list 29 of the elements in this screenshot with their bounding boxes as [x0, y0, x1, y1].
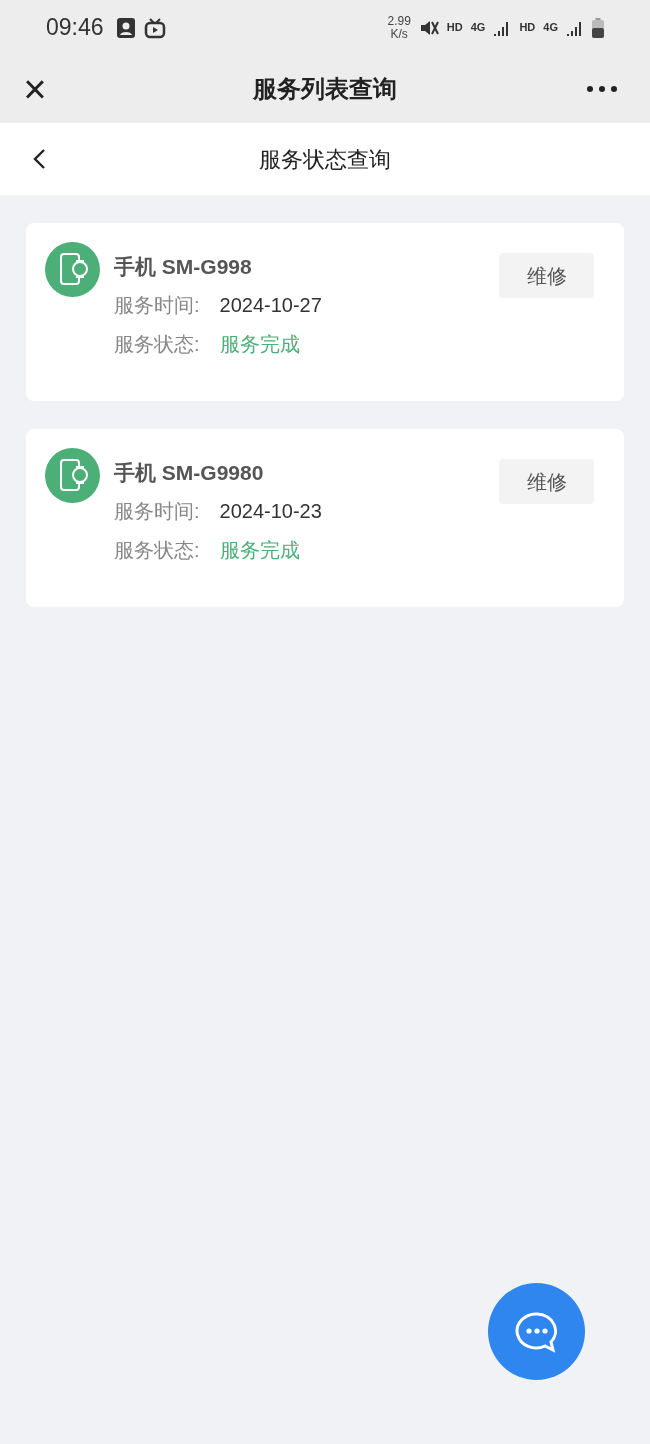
service-status-label: 服务状态: — [114, 332, 200, 357]
tv-icon — [143, 16, 166, 39]
repair-button[interactable]: 维修 — [499, 459, 594, 504]
network-speed: 2.99 K/s — [387, 14, 411, 41]
service-status: 服务完成 — [219, 332, 300, 357]
network-label: 4G — [470, 20, 486, 36]
close-button[interactable]: × — [20, 69, 50, 109]
battery-icon — [592, 17, 604, 38]
repair-button[interactable]: 维修 — [499, 253, 594, 298]
service-time: 2024-10-27 — [219, 293, 322, 318]
device-name: 手机 SM-G998 — [114, 254, 253, 280]
service-status-label: 服务状态: — [114, 538, 200, 563]
back-icon[interactable] — [32, 148, 46, 170]
network-label: HD — [446, 20, 463, 36]
app-title: 服务列表查询 — [253, 74, 397, 104]
service-status: 服务完成 — [219, 538, 300, 563]
device-name: 手机 SM-G9980 — [114, 460, 265, 486]
chat-bubble-icon — [514, 1310, 559, 1353]
phone-watch-icon — [45, 448, 100, 503]
clock-time: 09:46 — [46, 13, 104, 43]
contact-card-icon — [115, 16, 136, 39]
more-icon[interactable] — [586, 85, 618, 93]
network-label: HD — [519, 20, 536, 36]
service-time: 2024-10-23 — [219, 499, 322, 524]
page-title: 服务状态查询 — [259, 145, 391, 174]
phone-watch-icon — [45, 242, 100, 297]
network-label: 4G — [543, 20, 558, 36]
service-time-label: 服务时间: — [114, 293, 200, 318]
service-time-label: 服务时间: — [114, 499, 200, 524]
